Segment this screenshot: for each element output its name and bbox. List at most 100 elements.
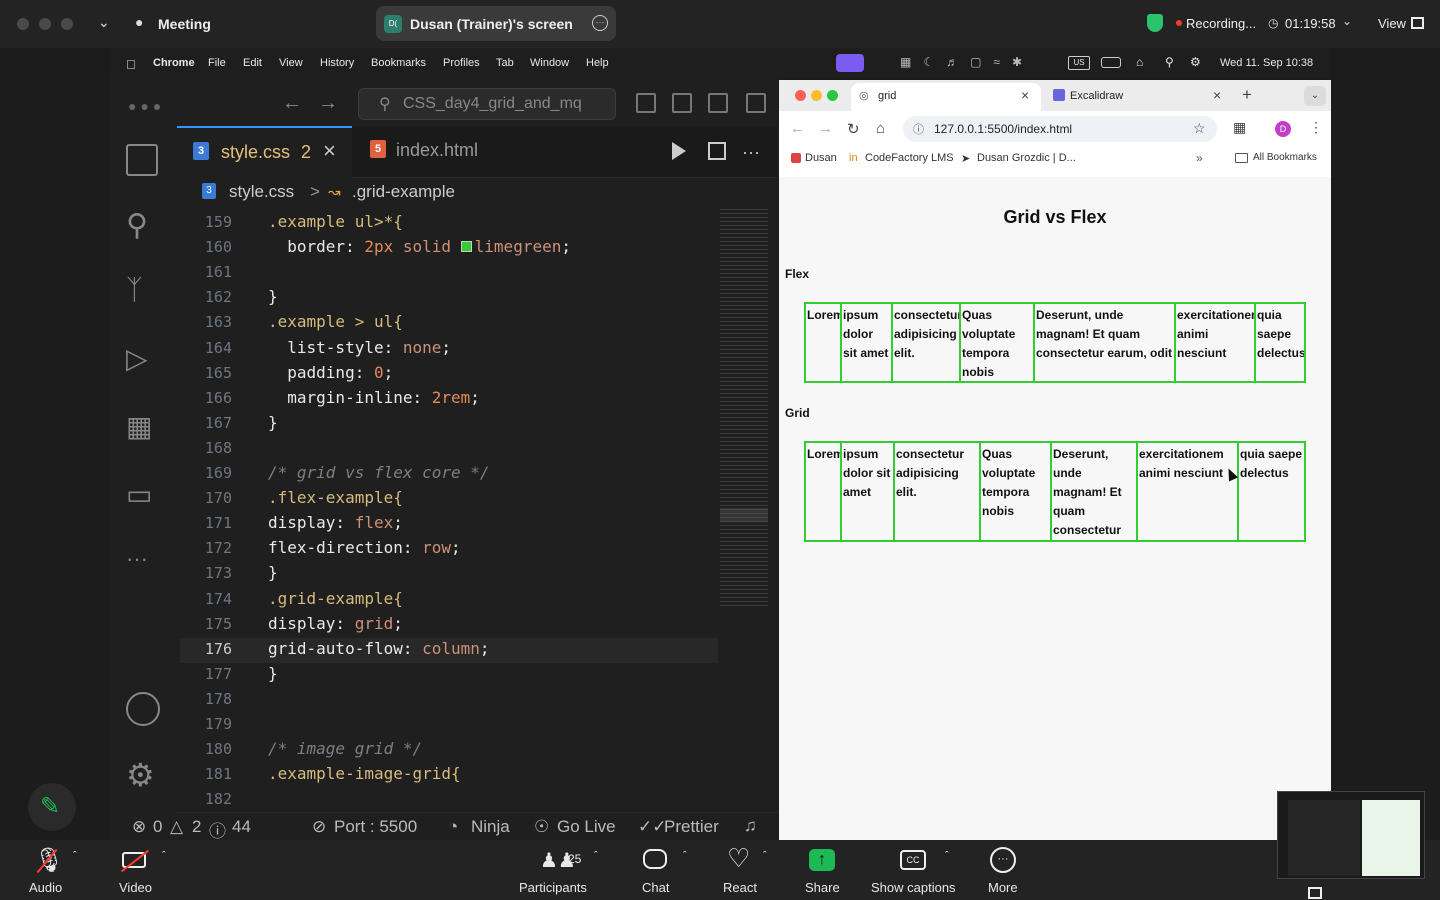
screen-share-pill[interactable]: D( Dusan (Trainer)'s screen ··· [376, 6, 616, 41]
more-actions-icon[interactable]: ··· [742, 142, 760, 163]
search-icon[interactable]: ⚲ [126, 208, 148, 243]
back-icon[interactable]: ← [790, 120, 805, 137]
golive-button[interactable]: Go Live [557, 817, 616, 837]
zoom-window-button[interactable] [827, 90, 838, 101]
minimize-window-button[interactable] [39, 18, 51, 30]
code-line[interactable]: } [268, 664, 278, 683]
chat-options-icon[interactable]: ˆ [683, 850, 687, 862]
code-line[interactable]: display: flex; [268, 513, 403, 532]
source-control-icon[interactable]: ᛉ [126, 274, 143, 306]
port-status[interactable]: Port : 5500 [334, 817, 417, 837]
code-line[interactable]: border: 2px solid limegreen; [268, 237, 571, 256]
battery-icon[interactable] [1101, 57, 1121, 68]
app-menu[interactable]: Chrome [153, 57, 195, 69]
bell-icon[interactable]: ♫ [744, 816, 757, 836]
recording-label[interactable]: Recording... [1186, 16, 1256, 31]
all-bookmarks[interactable]: All Bookmarks [1253, 152, 1317, 163]
address-bar[interactable]: ⓘ 127.0.0.1:5500/index.html ☆ [903, 116, 1217, 142]
menu-profiles[interactable]: Profiles [443, 57, 480, 69]
command-search[interactable]: ⚲ CSS_day4_grid_and_mq [358, 88, 616, 120]
apple-icon[interactable]:  [126, 57, 136, 72]
close-window-button[interactable] [795, 90, 806, 101]
breadcrumb-symbol[interactable]: .grid-example [352, 182, 455, 202]
captions-icon[interactable]: CC [900, 850, 926, 870]
code-line[interactable]: } [268, 413, 278, 432]
audio-options-icon[interactable]: ˆ [73, 850, 77, 862]
minimize-window-button[interactable] [811, 90, 822, 101]
menu-tab[interactable]: Tab [496, 57, 514, 69]
error-count[interactable]: 0 [153, 817, 162, 837]
code-line[interactable]: display: grid; [268, 614, 403, 633]
code-line[interactable]: } [268, 563, 278, 582]
ninja-status[interactable]: Ninja [471, 817, 510, 837]
reload-icon[interactable]: ↻ [847, 120, 860, 138]
more-bookmarks-icon[interactable]: » [1196, 151, 1203, 165]
meeting-timer[interactable]: 01:19:58 [1285, 16, 1336, 31]
chrome-menu-icon[interactable]: ⋮ [1309, 119, 1323, 136]
menu-window[interactable]: Window [530, 57, 569, 69]
gallery-icon[interactable] [1308, 887, 1322, 899]
menu-help[interactable]: Help [586, 57, 609, 69]
close-icon[interactable]: × [1021, 87, 1029, 103]
code-line[interactable]: .flex-example{ [268, 488, 403, 507]
minimap-slider[interactable] [720, 508, 768, 522]
run-icon[interactable] [672, 142, 686, 160]
grid-view-icon[interactable] [1411, 17, 1424, 29]
bookmark-item[interactable]: Dusan [805, 152, 837, 164]
more-label[interactable]: More [988, 880, 1018, 895]
account-icon[interactable] [126, 692, 160, 726]
code-line[interactable]: .example ul>*{ [268, 212, 403, 231]
zoom-window-button[interactable] [61, 18, 73, 30]
menu-file[interactable]: File [208, 57, 226, 69]
warning-count[interactable]: 2 [192, 817, 201, 837]
info-count[interactable]: 44 [232, 817, 251, 837]
chevron-down-icon[interactable]: ⌄ [98, 14, 110, 31]
menu-bookmarks[interactable]: Bookmarks [371, 57, 426, 69]
extensions-icon[interactable]: ▦ [126, 410, 152, 443]
share-label[interactable]: Share [805, 880, 840, 895]
forward-arrow-icon[interactable]: → [318, 92, 338, 115]
participants-options-icon[interactable]: ˆ [594, 850, 598, 862]
close-icon[interactable]: × [323, 138, 336, 164]
video-label[interactable]: Video [119, 880, 152, 895]
new-tab-icon[interactable]: + [1242, 85, 1252, 105]
menu-history[interactable]: History [320, 57, 354, 69]
back-arrow-icon[interactable]: ← [282, 92, 302, 115]
menu-view[interactable]: View [279, 57, 303, 69]
self-view-thumbnail[interactable] [1277, 791, 1425, 879]
search-icon[interactable]: ⚲ [1165, 55, 1174, 69]
toggle-sidebar-icon[interactable] [636, 93, 656, 113]
forward-icon[interactable]: → [818, 120, 833, 137]
code-line[interactable]: /* image grid */ [268, 739, 422, 758]
participants-label[interactable]: Participants [519, 880, 587, 895]
more-icon[interactable]: ··· [990, 847, 1016, 873]
react-options-icon[interactable]: ˆ [763, 850, 767, 862]
window-dots-icon[interactable]: ●●● [128, 98, 165, 114]
control-center-icon[interactable]: ⚙ [1190, 55, 1201, 69]
code-line[interactable]: .grid-example{ [268, 589, 403, 608]
video-options-icon[interactable]: ˆ [162, 850, 166, 862]
code-line[interactable]: } [268, 287, 278, 306]
tab-excalidraw[interactable]: Excalidraw × [1047, 83, 1237, 111]
code-line[interactable]: margin-inline: 2rem; [268, 388, 480, 407]
meeting-label[interactable]: Meeting [158, 16, 211, 32]
split-editor-icon[interactable] [708, 142, 726, 160]
captions-label[interactable]: Show captions [871, 880, 956, 895]
extensions-icon[interactable]: ▦ [1233, 119, 1246, 136]
more-options-icon[interactable]: ··· [592, 15, 608, 31]
tab-style-css[interactable]: 3 style.css 2 × [177, 126, 352, 178]
home-icon[interactable]: ⌂ [876, 120, 885, 137]
code-line[interactable]: .example-image-grid{ [268, 764, 461, 783]
screen-share-status-icon[interactable] [836, 54, 864, 72]
site-info-icon[interactable]: ⓘ [913, 121, 924, 137]
remote-explorer-icon[interactable]: ▭ [126, 478, 152, 511]
captions-options-icon[interactable]: ˆ [945, 850, 949, 862]
chat-label[interactable]: Chat [642, 880, 669, 895]
chat-icon[interactable] [643, 849, 667, 869]
code-line[interactable]: padding: 0; [268, 363, 393, 382]
breadcrumb-file[interactable]: style.css [229, 182, 294, 202]
customize-layout-icon[interactable] [746, 93, 766, 113]
settings-gear-icon[interactable]: ⚙ [126, 756, 155, 794]
tab-search-icon[interactable]: ⌄ [1304, 86, 1326, 106]
close-icon[interactable]: × [1213, 87, 1221, 103]
